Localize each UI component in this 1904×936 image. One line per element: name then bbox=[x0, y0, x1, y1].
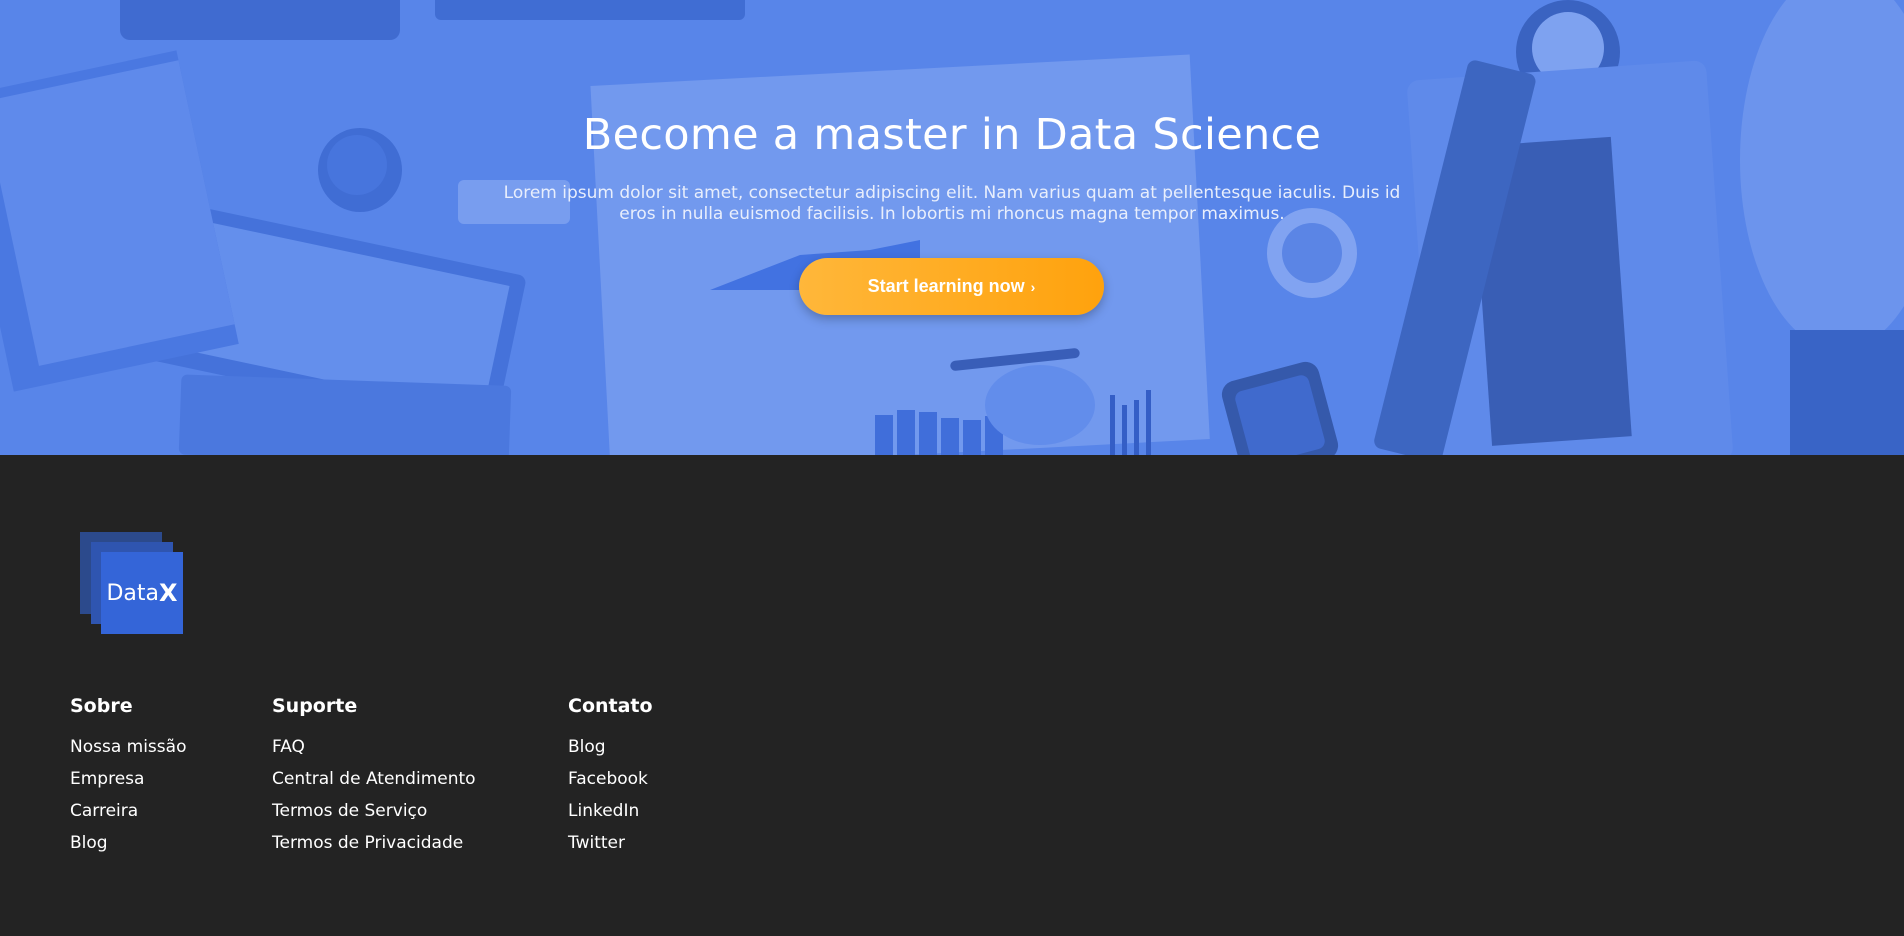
logo-text: Data X bbox=[101, 552, 183, 634]
footer-link-nossa-missao[interactable]: Nossa missão bbox=[70, 731, 186, 763]
footer-link-termos-privacidade[interactable]: Termos de Privacidade bbox=[272, 827, 476, 859]
footer-link-termos-servico[interactable]: Termos de Serviço bbox=[272, 795, 476, 827]
footer-column-contato: Contato Blog Facebook LinkedIn Twitter bbox=[568, 695, 653, 859]
footer-link-linkedin[interactable]: LinkedIn bbox=[568, 795, 653, 827]
footer-heading-sobre: Sobre bbox=[70, 695, 133, 717]
hero-subtitle: Lorem ipsum dolor sit amet, consectetur … bbox=[503, 183, 1401, 224]
footer-heading-suporte: Suporte bbox=[272, 695, 358, 717]
hero-title: Become a master in Data Science bbox=[582, 110, 1322, 160]
footer-column-suporte: Suporte FAQ Central de Atendimento Termo… bbox=[272, 695, 476, 859]
chevron-right-icon: › bbox=[1030, 278, 1036, 295]
footer-heading-contato: Contato bbox=[568, 695, 653, 717]
footer-link-twitter[interactable]: Twitter bbox=[568, 827, 653, 859]
datax-logo[interactable]: Data X bbox=[80, 532, 185, 637]
footer-link-contato-blog[interactable]: Blog bbox=[568, 731, 653, 763]
footer-link-carreira[interactable]: Carreira bbox=[70, 795, 186, 827]
start-learning-label: Start learning now bbox=[867, 276, 1025, 296]
logo-text-light: Data bbox=[106, 580, 159, 606]
footer-link-faq[interactable]: FAQ bbox=[272, 731, 476, 763]
hero-section: Become a master in Data Science Lorem ip… bbox=[0, 0, 1904, 455]
logo-text-bold: X bbox=[159, 579, 178, 607]
start-learning-button[interactable]: Start learning now › bbox=[799, 258, 1104, 315]
hero-content: Become a master in Data Science Lorem ip… bbox=[0, 0, 1904, 455]
site-footer: Data X Sobre Nossa missão Empresa Carreir… bbox=[0, 455, 1904, 936]
footer-link-facebook[interactable]: Facebook bbox=[568, 763, 653, 795]
footer-column-sobre: Sobre Nossa missão Empresa Carreira Blog bbox=[70, 695, 186, 859]
footer-link-blog[interactable]: Blog bbox=[70, 827, 186, 859]
footer-link-central-atendimento[interactable]: Central de Atendimento bbox=[272, 763, 476, 795]
footer-link-empresa[interactable]: Empresa bbox=[70, 763, 186, 795]
